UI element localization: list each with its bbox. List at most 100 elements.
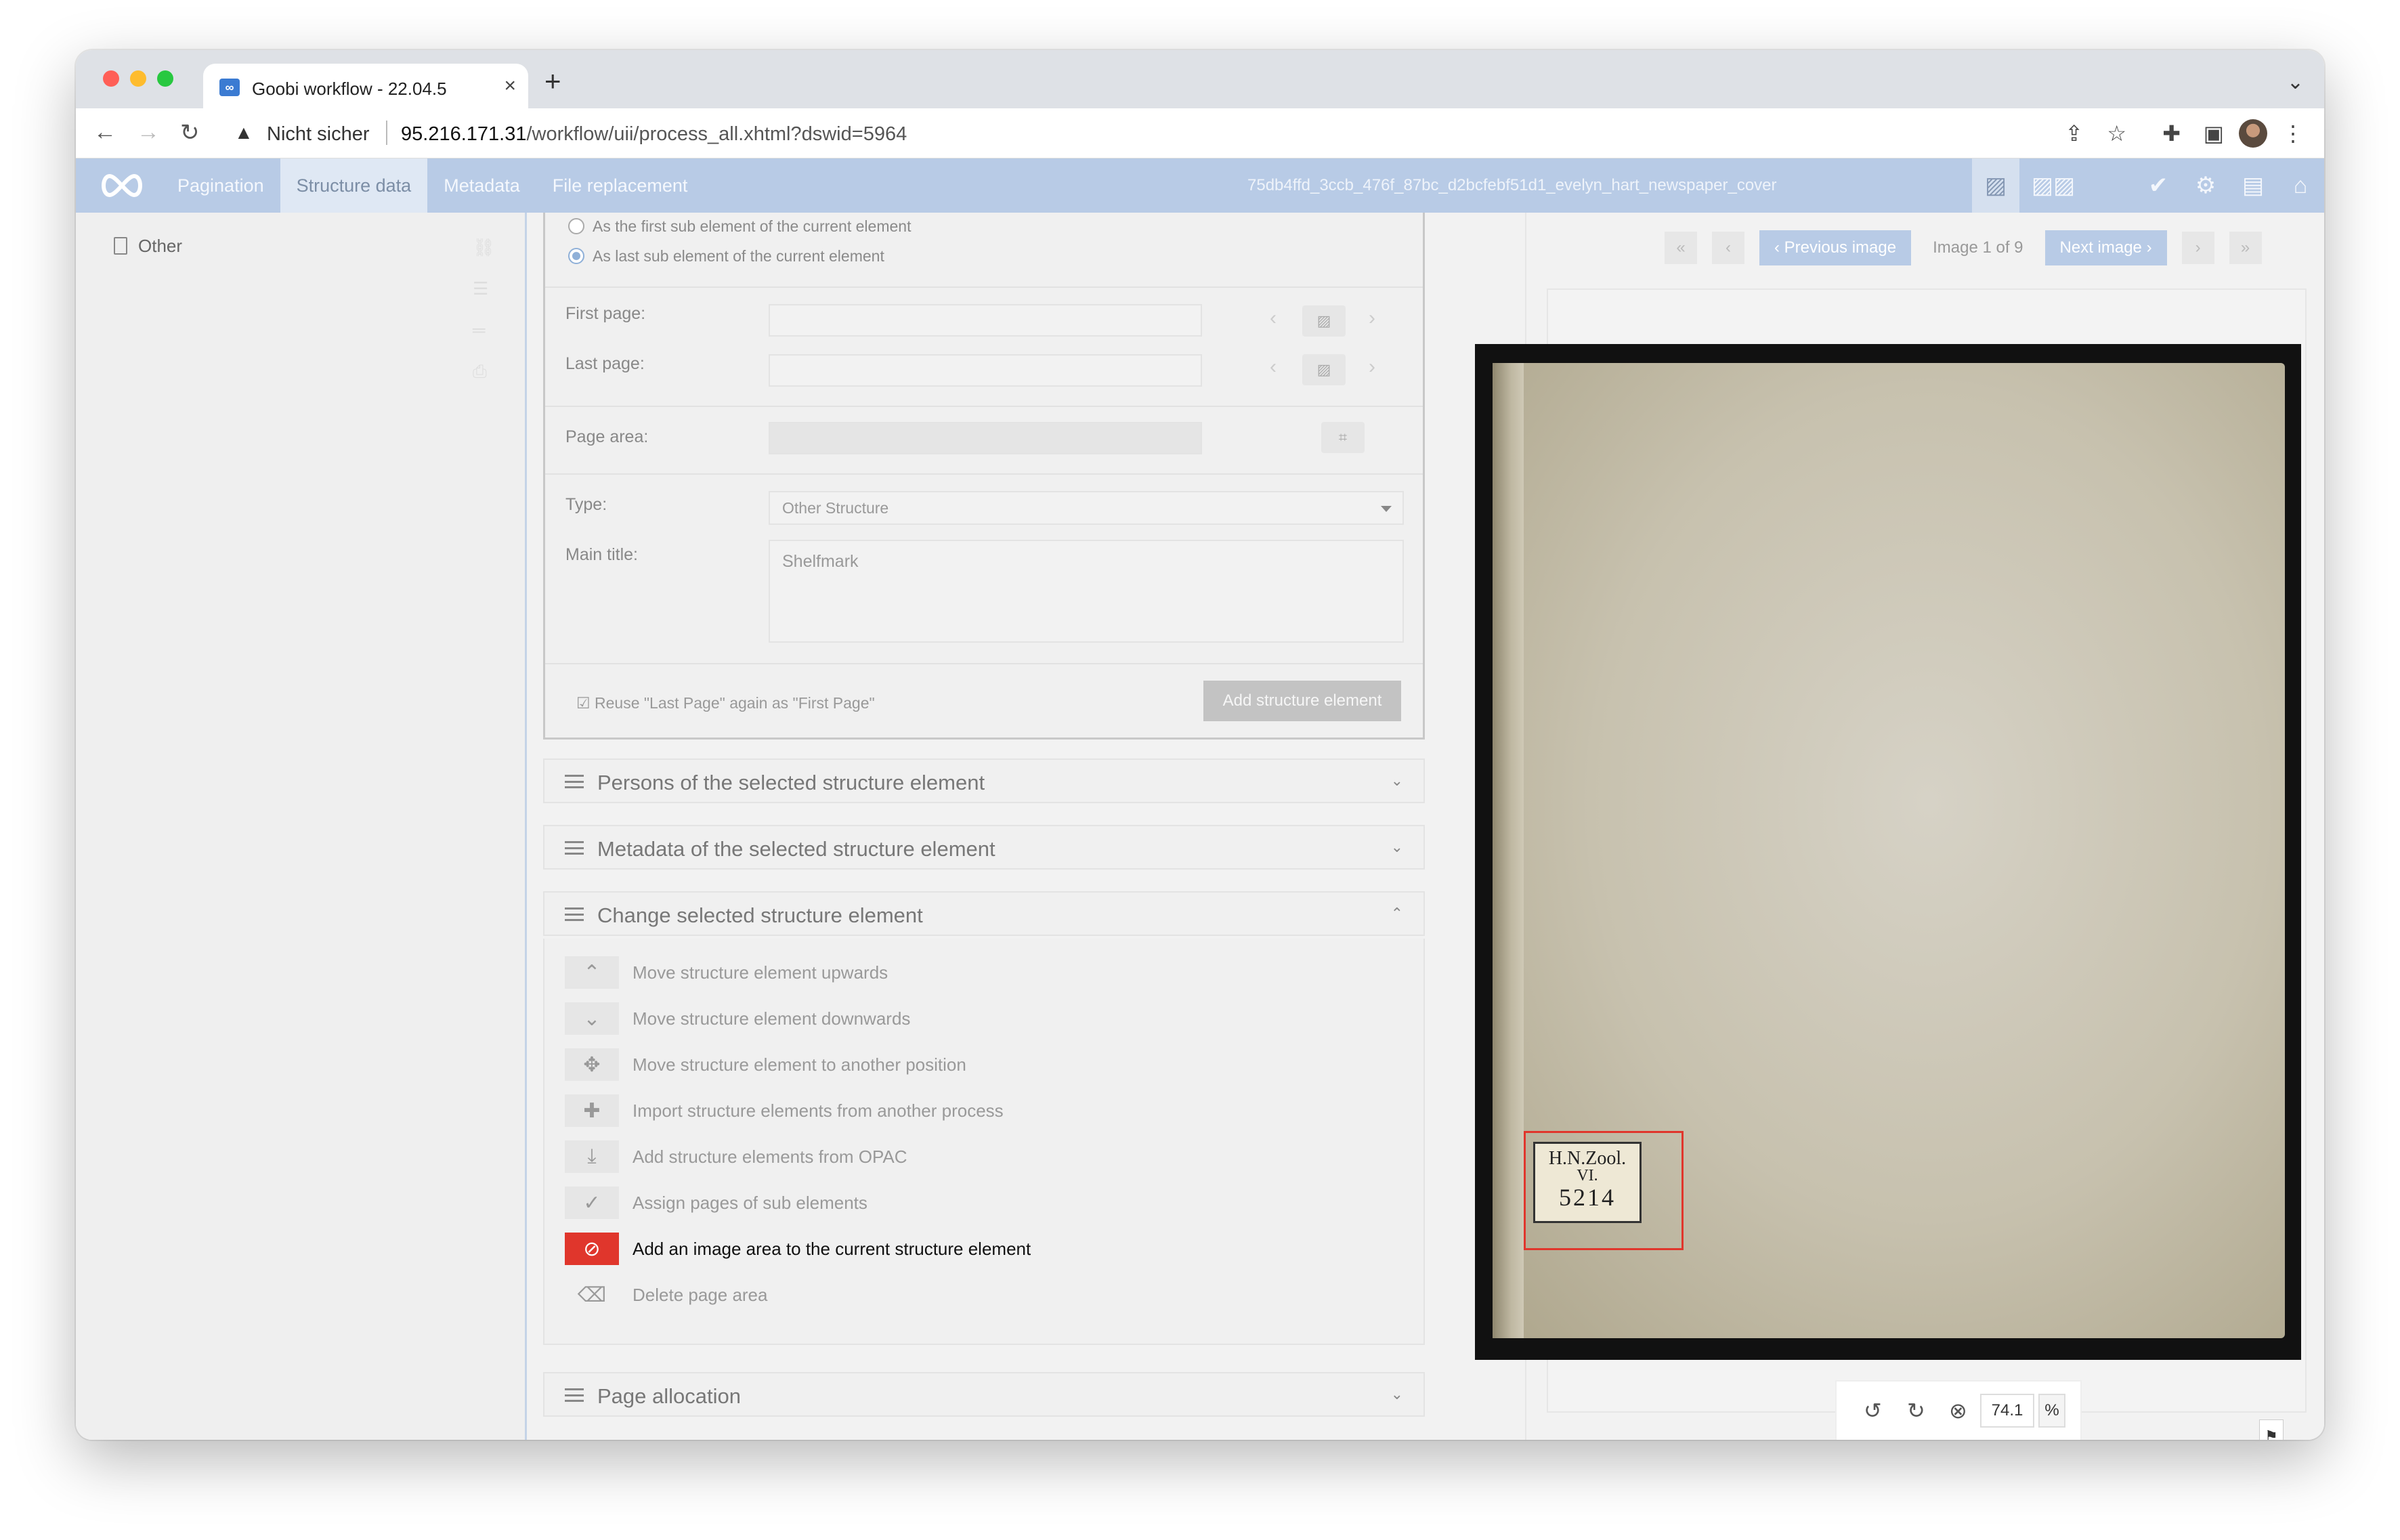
process-identifier: 75db4ffd_3ccb_476f_87bc_d2bcfebf51d1_eve… [1247, 176, 1777, 194]
action-label: Move structure element to another positi… [633, 1054, 966, 1075]
chevron-down-icon: ⌄ [565, 1002, 619, 1035]
action-add-image-area[interactable]: ⊘ Add an image area to the current struct… [565, 1233, 1031, 1265]
tree-node-label: Other [138, 236, 183, 256]
list-icon[interactable]: ☰ [473, 278, 495, 299]
sidebar-toggle-icon[interactable]: ▣ [2204, 121, 2224, 146]
add-structure-element-button[interactable]: Add structure element [1203, 681, 1401, 721]
selected-image-area[interactable] [1524, 1131, 1684, 1250]
menu-lines-icon [565, 775, 584, 788]
profile-avatar[interactable] [2239, 119, 2267, 148]
tab-structure-data[interactable]: Structure data [280, 158, 428, 213]
first-page-image-icon[interactable]: ▨ [1302, 305, 1346, 337]
back-arrow-icon[interactable]: ← [93, 119, 116, 146]
goobi-logo-icon[interactable] [98, 171, 146, 200]
double-image-view-icon[interactable]: ▨▨ [2019, 158, 2087, 213]
last-page-label: Last page: [565, 354, 645, 373]
accordion-page-allocation[interactable]: Page allocation ⌄ [543, 1372, 1425, 1417]
last-page-prev-icon[interactable]: ‹ [1270, 356, 1277, 379]
close-window-button[interactable] [103, 70, 119, 87]
accordion-change-structure[interactable]: Change selected structure element ⌃ [543, 891, 1425, 936]
accordion-metadata[interactable]: Metadata of the selected structure eleme… [543, 825, 1425, 870]
menu-lines-icon [565, 841, 584, 855]
action-label: Add an image area to the current structu… [633, 1238, 1031, 1259]
radio-circle-selected [568, 248, 584, 264]
action-move-up[interactable]: ⌃ Move structure element upwards [565, 956, 888, 989]
scanned-cover-image[interactable]: H.N.Zool. VI. 5214 ⚑ [1475, 344, 2301, 1440]
check-circle-icon: ✓ [565, 1186, 619, 1219]
bookmark-star-icon[interactable]: ☆ [2107, 121, 2126, 146]
puzzle-icon: ✚ [565, 1094, 619, 1127]
dropdown-caret-icon [1381, 506, 1392, 512]
ban-icon: ⊘ [565, 1233, 619, 1265]
radio-last-sub-element[interactable]: As last sub element of the current eleme… [568, 247, 884, 265]
bookmark-icon[interactable]: ⚑ [2259, 1419, 2284, 1440]
first-image-icon[interactable]: « [1665, 232, 1697, 264]
reload-icon[interactable]: ↻ [180, 119, 200, 146]
accordion-change-title: Change selected structure element [597, 903, 923, 927]
reset-zoom-icon[interactable]: ⊗ [1949, 1398, 1967, 1424]
crop-icon[interactable]: ⌗ [1321, 422, 1365, 453]
page-area-input [769, 422, 1202, 454]
validate-check-icon[interactable]: ✔ [2135, 158, 2182, 213]
action-move-down[interactable]: ⌄ Move structure element downwards [565, 1002, 910, 1035]
reuse-last-page-checkbox[interactable]: ☑ Reuse "Last Page" again as "First Page… [576, 694, 875, 712]
tab-file-replacement[interactable]: File replacement [536, 158, 704, 213]
next-image-small-icon[interactable]: › [2181, 232, 2214, 264]
action-add-from-opac[interactable]: ⤓ Add structure elements from OPAC [565, 1140, 907, 1173]
last-page-input[interactable] [769, 354, 1202, 387]
forward-arrow-icon[interactable]: → [137, 119, 160, 146]
action-move-position[interactable]: ✥ Move structure element to another posit… [565, 1048, 966, 1081]
next-image-button[interactable]: Next image › [2044, 230, 2167, 265]
action-label: Assign pages of sub elements [633, 1192, 867, 1213]
single-image-view-icon[interactable]: ▨ [1972, 158, 2019, 213]
action-label: Move structure element upwards [633, 962, 888, 983]
action-import-structure[interactable]: ✚ Import structure elements from another … [565, 1094, 1004, 1127]
minimize-window-button[interactable] [130, 70, 146, 87]
zoom-input[interactable]: 74.1 [1980, 1394, 2034, 1428]
tree-node-other[interactable]: Other [114, 236, 182, 257]
tab-list-chevron-icon[interactable]: ⌄ [2287, 70, 2304, 94]
last-page-image-icon[interactable]: ▨ [1302, 354, 1346, 385]
browser-tab[interactable]: ∞ Goobi workflow - 22.04.5 × [203, 64, 528, 108]
chevron-down-icon: ⌄ [1390, 1386, 1403, 1403]
main-title-label: Main title: [565, 545, 638, 564]
address-bar[interactable]: ▲ Nicht sicher 95.216.171.31/workflow/ui… [225, 115, 2121, 152]
radio-last-label: As last sub element of the current eleme… [593, 247, 884, 265]
tab-metadata[interactable]: Metadata [427, 158, 536, 213]
move-arrows-icon: ✥ [565, 1048, 619, 1081]
browser-menu-icon[interactable]: ⋮ [2282, 121, 2304, 146]
first-page-prev-icon[interactable]: ‹ [1270, 307, 1277, 330]
accordion-persons[interactable]: Persons of the selected structure elemen… [543, 758, 1425, 803]
save-disk-icon[interactable]: ▤ [2229, 158, 2277, 213]
tab-pagination[interactable]: Pagination [161, 158, 280, 213]
extensions-icon[interactable]: ✚ [2162, 121, 2181, 146]
settings-gear-icon[interactable]: ⚙ [2182, 158, 2229, 213]
zoom-window-button[interactable] [157, 70, 173, 87]
action-assign-pages[interactable]: ✓ Assign pages of sub elements [565, 1186, 867, 1219]
radio-first-sub-element[interactable]: As the first sub element of the current … [568, 217, 911, 236]
action-delete-page-area[interactable]: ⌫ Delete page area [565, 1279, 768, 1311]
share-icon[interactable]: ⇪ [2065, 121, 2083, 146]
previous-image-button[interactable]: ‹ Previous image [1759, 230, 1912, 265]
type-select[interactable]: Other Structure [769, 491, 1404, 525]
download-icon: ⤓ [565, 1140, 619, 1173]
menu-lines-icon [565, 1388, 584, 1402]
home-icon[interactable]: ⌂ [2277, 158, 2324, 213]
equals-icon[interactable]: ═ [473, 320, 495, 341]
rotate-left-icon[interactable]: ↺ [1864, 1398, 1882, 1424]
address-separator [386, 121, 387, 145]
rotate-right-icon[interactable]: ↻ [1907, 1398, 1925, 1424]
print-icon[interactable]: ⎙ [473, 361, 495, 383]
link-icon[interactable]: ⛓ [473, 237, 495, 258]
header-spacer [2087, 158, 2135, 213]
last-page-next-icon[interactable]: › [1369, 356, 1375, 379]
first-page-input[interactable] [769, 304, 1202, 337]
main-title-textarea[interactable]: Shelfmark [769, 540, 1404, 643]
close-tab-icon[interactable]: × [504, 74, 516, 98]
tab-strip: ∞ Goobi workflow - 22.04.5 × + ⌄ [76, 50, 2324, 108]
prev-image-small-icon[interactable]: ‹ [1712, 232, 1744, 264]
new-tab-icon[interactable]: + [544, 67, 561, 95]
last-image-icon[interactable]: » [2229, 232, 2262, 264]
first-page-next-icon[interactable]: › [1369, 307, 1375, 330]
action-label: Add structure elements from OPAC [633, 1146, 907, 1167]
